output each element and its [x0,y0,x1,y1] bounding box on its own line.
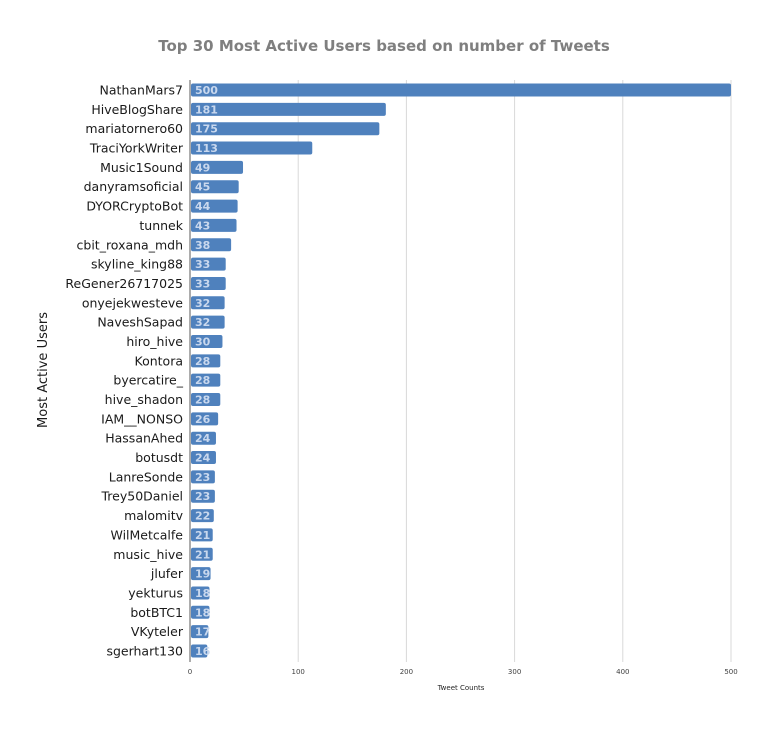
x-tick-label: 100 [292,668,305,676]
value-label: 21 [195,529,210,542]
category-label: jlufer [150,566,184,581]
value-label: 21 [195,548,210,561]
category-label: botusdt [135,450,183,465]
category-label: Music1Sound [100,160,183,175]
bars [191,83,731,658]
value-label: 16 [195,645,211,658]
value-label: 18 [195,587,210,600]
category-label: HiveBlogShare [91,102,183,117]
x-tick-labels: 0 100 200 300 400 500 [188,668,738,676]
value-label: 43 [195,219,210,232]
bar [191,122,380,136]
value-label: 22 [195,510,210,523]
category-label: danyramsoficial [84,179,183,194]
category-label: ReGener26717025 [65,276,183,291]
category-label: botBTC1 [130,605,183,620]
value-label: 26 [195,413,211,426]
category-label: hive_shadon [105,392,183,407]
category-label: tunnek [139,218,183,233]
x-tick-label: 0 [188,668,192,676]
category-label: NathanMars7 [100,83,183,98]
category-label: HassanAhed [105,431,183,446]
category-label: LanreSonde [109,469,184,484]
value-label: 17 [195,626,210,639]
category-label: NaveshSapad [97,315,183,330]
value-label: 45 [195,181,210,194]
category-label: mariatornero60 [85,121,183,136]
category-label: TraciYorkWriter [89,141,184,156]
value-label: 24 [195,452,211,465]
value-label: 32 [195,297,210,310]
category-label: Trey50Daniel [100,489,183,504]
value-label: 23 [195,490,210,503]
value-label: 175 [195,123,218,136]
value-label: 44 [195,200,211,213]
category-label: Kontora [135,353,184,368]
x-tick-label: 500 [724,668,737,676]
category-label: WilMetcalfe [110,527,183,542]
value-label: 38 [195,239,210,252]
value-label: 181 [195,103,218,116]
value-label: 32 [195,316,210,329]
bar-chart: Top 30 Most Active Users based on number… [36,37,738,692]
value-label: 28 [195,355,210,368]
category-label: onyejekwesteve [82,295,183,310]
category-label: sgerhart130 [106,644,183,659]
x-tick-label: 400 [616,668,629,676]
value-label: 49 [195,161,210,174]
value-label: 18 [195,606,210,619]
category-label: byercatire_ [113,373,183,388]
category-labels: NathanMars7 HiveBlogShare mariatornero60 Tr… [65,83,183,659]
value-label: 23 [195,471,210,484]
category-label: IAM__NONSO [101,411,183,426]
bar [191,102,386,116]
x-axis-label: Tweet Counts [437,684,485,692]
value-label: 30 [195,335,211,348]
category-label: cbit_roxana_mdh [77,237,183,252]
value-label: 24 [195,432,211,445]
value-label: 28 [195,374,210,387]
category-label: yekturus [128,585,183,600]
value-label: 500 [195,84,218,97]
chart-title: Top 30 Most Active Users based on number… [158,37,610,55]
value-label: 28 [195,394,210,407]
value-label: 19 [195,568,210,581]
bar [191,83,731,97]
x-tick-label: 300 [508,668,521,676]
category-label: DYORCryptoBot [86,199,183,214]
gridlines [297,80,732,662]
category-label: malomitv [124,508,184,523]
x-tick-label: 200 [400,668,413,676]
y-axis-label: Most Active Users [36,312,51,428]
category-label: music_hive [113,547,183,562]
category-label: hiro_hive [126,334,183,349]
value-label: 113 [195,142,218,155]
category-label: VKyteler [131,624,184,639]
value-label: 33 [195,277,210,290]
value-label: 33 [195,258,210,271]
category-label: skyline_king88 [91,257,183,272]
